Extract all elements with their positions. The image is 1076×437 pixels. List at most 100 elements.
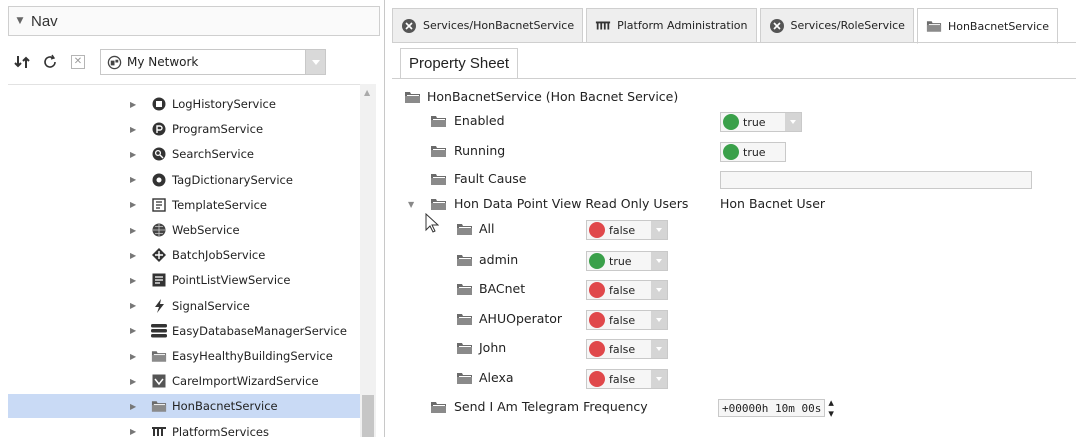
tree-item-label: WebService [172,223,240,237]
property-name: John [479,340,507,355]
refresh-button[interactable] [36,49,64,75]
tree-item[interactable]: ▶ LogHistoryService [8,92,360,116]
tree-item[interactable]: ▶ TemplateService [8,193,360,217]
collapse-arrow-icon[interactable]: ▼ [408,200,414,209]
boolean-field[interactable]: false [586,369,668,389]
expand-arrow-icon[interactable]: ▶ [130,402,140,411]
expand-arrow-icon[interactable]: ▶ [130,276,140,285]
close-circle-icon[interactable] [401,18,417,34]
status-dot-icon [589,341,605,357]
expand-arrow-icon[interactable]: ▶ [130,150,140,159]
chevron-down-icon[interactable] [785,113,801,131]
tree-item[interactable]: ▶ SearchService [8,142,360,166]
chevron-down-icon[interactable] [651,311,667,329]
boolean-dropdown[interactable]: true [720,112,802,132]
sync-tree-button[interactable] [8,49,36,75]
nav-header[interactable]: ▼ Nav [8,6,380,36]
tree-item[interactable]: ▶ PlatformServices [8,420,360,437]
tree-item[interactable]: ▶ TagDictionaryService [8,168,360,192]
tree-item[interactable]: ▶ WebService [8,218,360,242]
fault-cause-field[interactable] [720,171,1032,189]
tree-item-label: CareImportWizardService [172,374,319,389]
boolean-dropdown[interactable]: false [586,339,668,359]
property-name: Enabled [454,113,505,128]
boolean-dropdown[interactable]: false [586,369,668,389]
boolean-field[interactable]: false [586,310,668,330]
collapse-caret-icon[interactable]: ▼ [9,16,31,26]
expand-arrow-icon[interactable]: ▶ [130,427,140,436]
property-user-bacnet: BACnet false [400,276,1076,302]
tab-honbacnetservice[interactable]: HonBacnetService [916,8,1058,44]
expand-arrow-icon[interactable]: ▶ [130,125,140,134]
tree-item[interactable]: ▶ EasyDatabaseManagerService [8,319,360,343]
reltime-field[interactable]: +00000h 10m 00s [718,399,826,417]
expand-arrow-icon[interactable]: ▶ [130,352,140,361]
boolean-dropdown[interactable]: false [586,310,668,330]
tabs-divider [392,42,1076,43]
sort-arrows-icon [14,56,30,68]
boolean-field[interactable]: false [586,339,668,359]
chevron-down-icon[interactable] [651,281,667,299]
chevron-down-icon[interactable] [651,370,667,388]
folder-icon [430,114,447,128]
close-circle-icon[interactable] [769,18,785,34]
tab-label: Services/HonBacnetService [423,19,575,32]
chevron-down-icon[interactable] [305,50,325,74]
network-selector[interactable]: My Network [100,49,326,75]
boolean-dropdown[interactable]: false [586,280,668,300]
log-history-icon [151,96,167,112]
tree-item[interactable]: ▶ EasyHealthyBuildingService [8,344,360,368]
scroll-up-icon[interactable]: ▲ [364,88,370,97]
tree-scrollbar[interactable] [360,84,376,437]
network-icon [107,55,122,69]
tree-item[interactable]: ▶ BatchJobService [8,243,360,267]
tree-item[interactable]: ▶ SignalService [8,294,360,318]
chevron-down-icon[interactable] [651,252,667,270]
expand-arrow-icon[interactable]: ▶ [130,301,140,310]
property-name: BACnet [479,281,526,296]
tree-item-label: HonBacnetService [172,399,278,414]
property-name: Alexa [479,370,514,385]
expand-arrow-icon[interactable]: ▶ [130,175,140,184]
chevron-down-icon[interactable] [651,221,667,239]
mouse-cursor-icon [425,213,439,233]
close-button[interactable]: ✕ [64,49,92,75]
spinner-icon[interactable]: ▴ ▾ [828,397,834,419]
tree-item-label: ProgramService [172,122,264,137]
folder-icon [926,18,942,34]
tree-item[interactable]: ▶ CareImportWizardService [8,369,360,393]
tab-services-role[interactable]: Services/RoleService [759,8,914,42]
boolean-dropdown[interactable]: true [586,251,668,271]
tab-services-honbacnet[interactable]: Services/HonBacnetService [392,8,584,42]
property-users-group: ▼ Hon Data Point View Read Only Users Hon … [400,191,1076,217]
folder-icon [456,371,473,385]
tree-item[interactable]: ▶ PointListViewService [8,268,360,292]
boolean-field[interactable]: true [720,112,802,132]
boolean-dropdown[interactable]: false [586,220,668,240]
property-name: Running [454,143,506,158]
boolean-field[interactable]: false [586,280,668,300]
status-dot-icon [589,222,605,238]
tab-label: Platform Administration [617,19,748,32]
nav-toolbar: ✕ My Network [8,44,380,80]
tree-item[interactable]: ▶ HonBacnetService [8,394,360,419]
list-icon [151,272,167,288]
expand-arrow-icon[interactable]: ▶ [130,251,140,260]
tree-item-label: EasyHealthyBuildingService [172,349,333,363]
chevron-down-icon[interactable] [651,340,667,358]
expand-arrow-icon[interactable]: ▶ [130,226,140,235]
expand-arrow-icon[interactable]: ▶ [130,100,140,109]
boolean-field[interactable]: false [586,220,668,240]
boolean-field[interactable]: true [586,251,668,271]
tree-item[interactable]: ▶ ProgramService [8,117,360,141]
expand-arrow-icon[interactable]: ▶ [130,200,140,209]
reltime-editor: +00000h 10m 00s ▴ ▾ [718,397,834,419]
expand-arrow-icon[interactable]: ▶ [130,326,140,335]
folder-icon [430,400,447,414]
tree-item-label: PlatformServices [172,424,269,437]
tree-scroll-thumb[interactable] [362,395,374,437]
expand-arrow-icon[interactable]: ▶ [130,377,140,386]
tab-property-sheet[interactable]: Property Sheet [400,48,519,78]
folder-icon [430,197,447,211]
tab-platform-administration[interactable]: Platform Administration [586,8,757,42]
